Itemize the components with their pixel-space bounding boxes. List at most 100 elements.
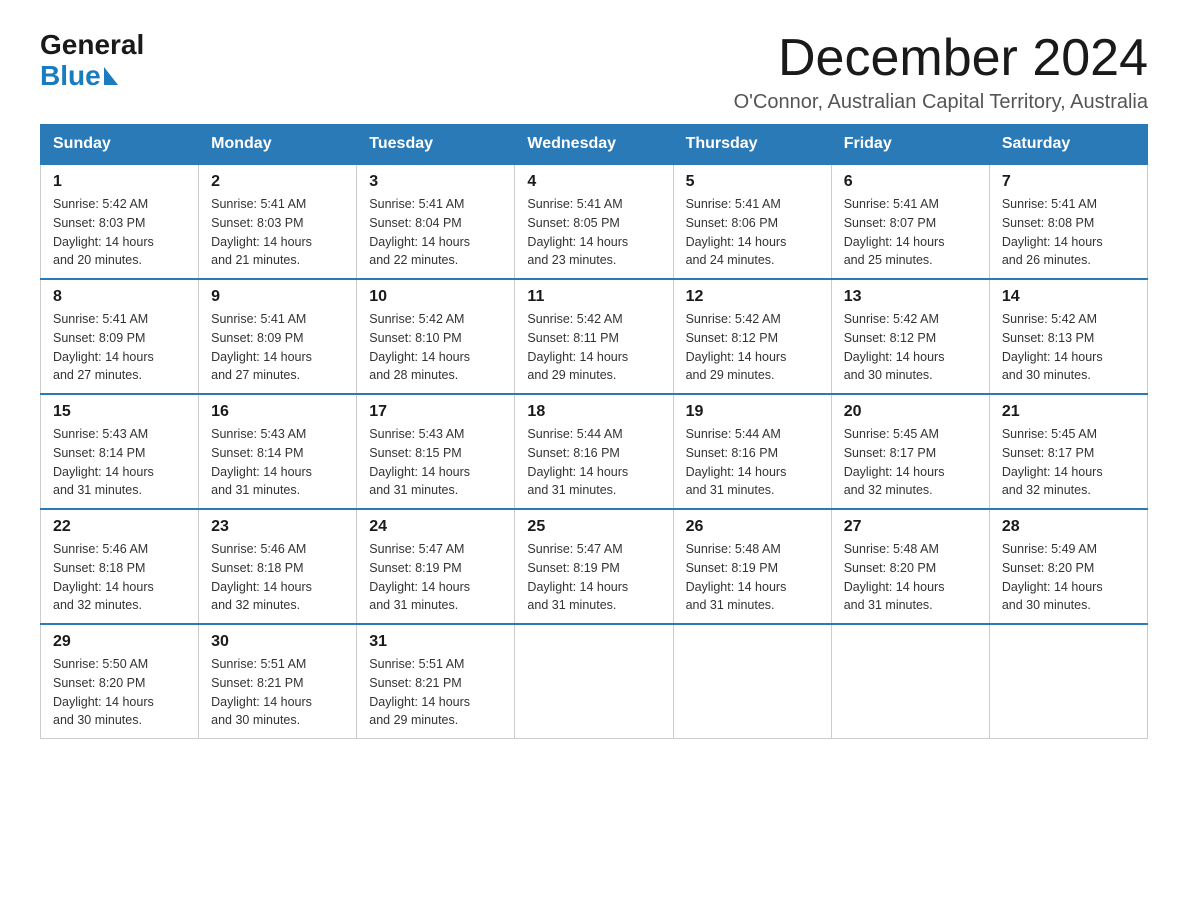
day-number: 10 <box>369 288 502 306</box>
calendar-cell: 22 Sunrise: 5:46 AMSunset: 8:18 PMDaylig… <box>41 509 199 624</box>
day-info: Sunrise: 5:43 AMSunset: 8:14 PMDaylight:… <box>53 427 154 497</box>
day-number: 27 <box>844 518 977 536</box>
day-info: Sunrise: 5:51 AMSunset: 8:21 PMDaylight:… <box>369 657 470 727</box>
calendar-cell <box>831 624 989 739</box>
calendar-cell <box>989 624 1147 739</box>
day-info: Sunrise: 5:48 AMSunset: 8:20 PMDaylight:… <box>844 542 945 612</box>
month-title: December 2024 <box>734 30 1148 87</box>
calendar-cell: 19 Sunrise: 5:44 AMSunset: 8:16 PMDaylig… <box>673 394 831 509</box>
page-header: General Blue December 2024 O'Connor, Aus… <box>40 30 1148 114</box>
day-info: Sunrise: 5:46 AMSunset: 8:18 PMDaylight:… <box>211 542 312 612</box>
calendar-cell: 29 Sunrise: 5:50 AMSunset: 8:20 PMDaylig… <box>41 624 199 739</box>
day-info: Sunrise: 5:41 AMSunset: 8:09 PMDaylight:… <box>211 312 312 382</box>
day-info: Sunrise: 5:42 AMSunset: 8:11 PMDaylight:… <box>527 312 628 382</box>
day-info: Sunrise: 5:41 AMSunset: 8:08 PMDaylight:… <box>1002 197 1103 267</box>
calendar-cell: 16 Sunrise: 5:43 AMSunset: 8:14 PMDaylig… <box>199 394 357 509</box>
calendar-cell: 1 Sunrise: 5:42 AMSunset: 8:03 PMDayligh… <box>41 164 199 279</box>
day-number: 29 <box>53 633 186 651</box>
day-number: 4 <box>527 173 660 191</box>
calendar-cell: 14 Sunrise: 5:42 AMSunset: 8:13 PMDaylig… <box>989 279 1147 394</box>
day-info: Sunrise: 5:47 AMSunset: 8:19 PMDaylight:… <box>527 542 628 612</box>
calendar-header-sunday: Sunday <box>41 125 199 165</box>
day-number: 26 <box>686 518 819 536</box>
day-info: Sunrise: 5:46 AMSunset: 8:18 PMDaylight:… <box>53 542 154 612</box>
day-number: 18 <box>527 403 660 421</box>
day-info: Sunrise: 5:51 AMSunset: 8:21 PMDaylight:… <box>211 657 312 727</box>
day-info: Sunrise: 5:41 AMSunset: 8:05 PMDaylight:… <box>527 197 628 267</box>
day-info: Sunrise: 5:48 AMSunset: 8:19 PMDaylight:… <box>686 542 787 612</box>
calendar-cell: 5 Sunrise: 5:41 AMSunset: 8:06 PMDayligh… <box>673 164 831 279</box>
day-number: 17 <box>369 403 502 421</box>
day-number: 30 <box>211 633 344 651</box>
calendar-cell: 23 Sunrise: 5:46 AMSunset: 8:18 PMDaylig… <box>199 509 357 624</box>
day-number: 2 <box>211 173 344 191</box>
day-info: Sunrise: 5:47 AMSunset: 8:19 PMDaylight:… <box>369 542 470 612</box>
day-number: 12 <box>686 288 819 306</box>
day-number: 9 <box>211 288 344 306</box>
day-number: 16 <box>211 403 344 421</box>
day-info: Sunrise: 5:41 AMSunset: 8:03 PMDaylight:… <box>211 197 312 267</box>
day-info: Sunrise: 5:41 AMSunset: 8:04 PMDaylight:… <box>369 197 470 267</box>
calendar-cell: 8 Sunrise: 5:41 AMSunset: 8:09 PMDayligh… <box>41 279 199 394</box>
calendar-header-monday: Monday <box>199 125 357 165</box>
logo-arrow-icon <box>104 67 118 85</box>
day-number: 20 <box>844 403 977 421</box>
calendar-cell: 4 Sunrise: 5:41 AMSunset: 8:05 PMDayligh… <box>515 164 673 279</box>
calendar-cell: 15 Sunrise: 5:43 AMSunset: 8:14 PMDaylig… <box>41 394 199 509</box>
calendar-cell: 28 Sunrise: 5:49 AMSunset: 8:20 PMDaylig… <box>989 509 1147 624</box>
logo-general-text: General <box>40 30 144 61</box>
calendar-header-wednesday: Wednesday <box>515 125 673 165</box>
calendar-cell: 31 Sunrise: 5:51 AMSunset: 8:21 PMDaylig… <box>357 624 515 739</box>
day-number: 14 <box>1002 288 1135 306</box>
day-info: Sunrise: 5:42 AMSunset: 8:13 PMDaylight:… <box>1002 312 1103 382</box>
day-info: Sunrise: 5:42 AMSunset: 8:12 PMDaylight:… <box>686 312 787 382</box>
calendar-cell: 21 Sunrise: 5:45 AMSunset: 8:17 PMDaylig… <box>989 394 1147 509</box>
calendar-cell: 11 Sunrise: 5:42 AMSunset: 8:11 PMDaylig… <box>515 279 673 394</box>
day-number: 28 <box>1002 518 1135 536</box>
day-info: Sunrise: 5:43 AMSunset: 8:15 PMDaylight:… <box>369 427 470 497</box>
calendar-cell: 10 Sunrise: 5:42 AMSunset: 8:10 PMDaylig… <box>357 279 515 394</box>
day-number: 11 <box>527 288 660 306</box>
calendar-header-friday: Friday <box>831 125 989 165</box>
day-info: Sunrise: 5:50 AMSunset: 8:20 PMDaylight:… <box>53 657 154 727</box>
calendar-header-saturday: Saturday <box>989 125 1147 165</box>
calendar-cell: 26 Sunrise: 5:48 AMSunset: 8:19 PMDaylig… <box>673 509 831 624</box>
calendar-cell: 25 Sunrise: 5:47 AMSunset: 8:19 PMDaylig… <box>515 509 673 624</box>
calendar-cell: 7 Sunrise: 5:41 AMSunset: 8:08 PMDayligh… <box>989 164 1147 279</box>
day-info: Sunrise: 5:42 AMSunset: 8:10 PMDaylight:… <box>369 312 470 382</box>
title-block: December 2024 O'Connor, Australian Capit… <box>734 30 1148 114</box>
calendar-cell: 17 Sunrise: 5:43 AMSunset: 8:15 PMDaylig… <box>357 394 515 509</box>
day-info: Sunrise: 5:43 AMSunset: 8:14 PMDaylight:… <box>211 427 312 497</box>
day-number: 22 <box>53 518 186 536</box>
day-number: 1 <box>53 173 186 191</box>
day-number: 7 <box>1002 173 1135 191</box>
calendar-cell <box>515 624 673 739</box>
day-info: Sunrise: 5:45 AMSunset: 8:17 PMDaylight:… <box>1002 427 1103 497</box>
day-number: 3 <box>369 173 502 191</box>
location-title: O'Connor, Australian Capital Territory, … <box>734 91 1148 114</box>
calendar-week-row: 15 Sunrise: 5:43 AMSunset: 8:14 PMDaylig… <box>41 394 1148 509</box>
calendar-header-row: SundayMondayTuesdayWednesdayThursdayFrid… <box>41 125 1148 165</box>
day-info: Sunrise: 5:44 AMSunset: 8:16 PMDaylight:… <box>686 427 787 497</box>
calendar-table: SundayMondayTuesdayWednesdayThursdayFrid… <box>40 124 1148 739</box>
calendar-cell: 20 Sunrise: 5:45 AMSunset: 8:17 PMDaylig… <box>831 394 989 509</box>
day-number: 24 <box>369 518 502 536</box>
day-number: 25 <box>527 518 660 536</box>
calendar-cell: 3 Sunrise: 5:41 AMSunset: 8:04 PMDayligh… <box>357 164 515 279</box>
calendar-cell: 18 Sunrise: 5:44 AMSunset: 8:16 PMDaylig… <box>515 394 673 509</box>
logo: General Blue <box>40 30 144 92</box>
day-info: Sunrise: 5:49 AMSunset: 8:20 PMDaylight:… <box>1002 542 1103 612</box>
day-info: Sunrise: 5:44 AMSunset: 8:16 PMDaylight:… <box>527 427 628 497</box>
calendar-week-row: 29 Sunrise: 5:50 AMSunset: 8:20 PMDaylig… <box>41 624 1148 739</box>
day-number: 15 <box>53 403 186 421</box>
day-number: 19 <box>686 403 819 421</box>
calendar-header-thursday: Thursday <box>673 125 831 165</box>
calendar-week-row: 22 Sunrise: 5:46 AMSunset: 8:18 PMDaylig… <box>41 509 1148 624</box>
calendar-cell: 30 Sunrise: 5:51 AMSunset: 8:21 PMDaylig… <box>199 624 357 739</box>
calendar-cell: 2 Sunrise: 5:41 AMSunset: 8:03 PMDayligh… <box>199 164 357 279</box>
day-info: Sunrise: 5:41 AMSunset: 8:07 PMDaylight:… <box>844 197 945 267</box>
calendar-cell: 12 Sunrise: 5:42 AMSunset: 8:12 PMDaylig… <box>673 279 831 394</box>
day-info: Sunrise: 5:42 AMSunset: 8:12 PMDaylight:… <box>844 312 945 382</box>
calendar-cell: 27 Sunrise: 5:48 AMSunset: 8:20 PMDaylig… <box>831 509 989 624</box>
calendar-week-row: 8 Sunrise: 5:41 AMSunset: 8:09 PMDayligh… <box>41 279 1148 394</box>
